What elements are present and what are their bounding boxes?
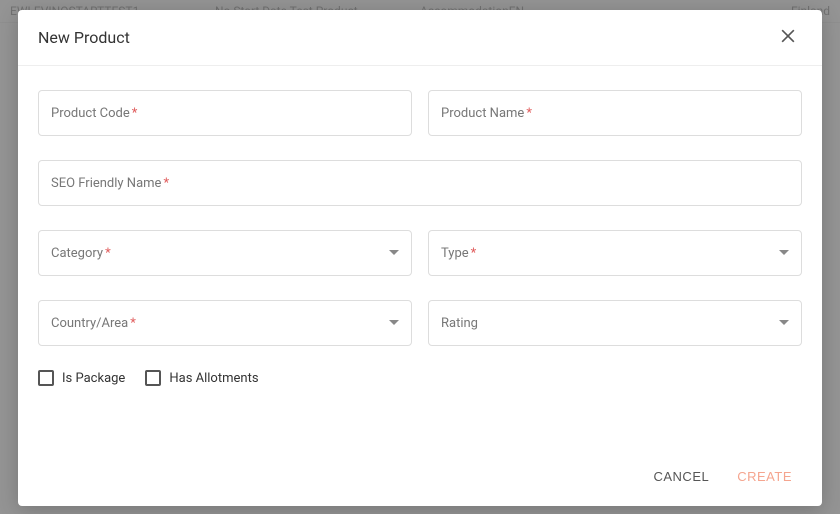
checkbox-icon	[38, 370, 54, 386]
is-package-checkbox[interactable]: Is Package	[38, 370, 125, 386]
field-label: Product Name*	[441, 106, 532, 121]
field-label: Country/Area*	[51, 316, 136, 331]
type-select[interactable]: Type*	[428, 230, 802, 276]
create-button[interactable]: CREATE	[737, 469, 792, 484]
chevron-down-icon	[779, 250, 789, 256]
chevron-down-icon	[779, 320, 789, 326]
field-label: SEO Friendly Name*	[51, 176, 169, 191]
field-label: Type*	[441, 246, 476, 261]
rating-select[interactable]: Rating	[428, 300, 802, 346]
chevron-down-icon	[389, 320, 399, 326]
modal-header: New Product	[18, 10, 822, 66]
modal-footer: CANCEL CREATE	[18, 451, 822, 506]
chevron-down-icon	[389, 250, 399, 256]
field-label: Rating	[441, 316, 478, 331]
checkbox-icon	[145, 370, 161, 386]
checkbox-label: Has Allotments	[169, 371, 258, 386]
modal-body: Product Code* Product Name* SEO Friendly…	[18, 66, 822, 451]
close-icon	[778, 26, 798, 49]
checkbox-label: Is Package	[62, 371, 125, 386]
field-label: Product Code*	[51, 106, 137, 121]
close-button[interactable]	[774, 22, 802, 53]
product-name-field[interactable]: Product Name*	[428, 90, 802, 136]
has-allotments-checkbox[interactable]: Has Allotments	[145, 370, 258, 386]
new-product-modal: New Product Product Code* Product Name*	[18, 10, 822, 506]
field-label: Category*	[51, 246, 111, 261]
seo-friendly-name-field[interactable]: SEO Friendly Name*	[38, 160, 802, 206]
category-select[interactable]: Category*	[38, 230, 412, 276]
cancel-button[interactable]: CANCEL	[653, 469, 709, 484]
product-code-field[interactable]: Product Code*	[38, 90, 412, 136]
modal-title: New Product	[38, 28, 130, 47]
country-area-select[interactable]: Country/Area*	[38, 300, 412, 346]
